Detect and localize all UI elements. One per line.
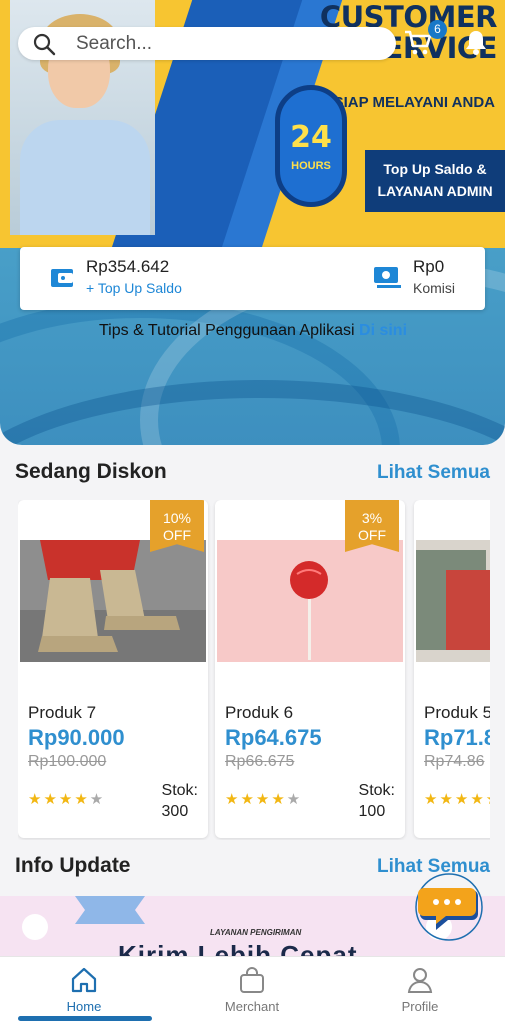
star-icon: ★★★★★: [424, 791, 490, 808]
product-card[interactable]: 10% OFF Produk 7 Rp90.000 Rp100.000 ★★★★…: [18, 500, 208, 838]
user-icon: [407, 968, 433, 993]
discount-product-carousel[interactable]: 10% OFF Produk 7 Rp90.000 Rp100.000 ★★★★…: [18, 500, 490, 840]
info-section-title: Info Update: [15, 854, 131, 877]
banner-box-line: LAYANAN ADMIN: [377, 183, 493, 199]
topup-saldo-link[interactable]: + Top Up Saldo: [86, 280, 182, 296]
komisi-amount: Rp0: [413, 257, 445, 276]
product-card[interactable]: Produk 5 Rp71.8 Rp74.86 ★★★★★: [414, 500, 490, 838]
search-bar[interactable]: Search...: [18, 27, 396, 60]
nav-active-indicator: [18, 1016, 152, 1021]
carousel-prev-button[interactable]: [22, 914, 48, 940]
home-icon: [71, 967, 97, 993]
hero-section: CUSTOMER SERVICE SIAP MELAYANI ANDA 24 H…: [0, 0, 505, 445]
stock-label: Stok:: [358, 782, 395, 799]
agent-shirt: [20, 120, 150, 235]
rating-stars: ★★★★★: [225, 790, 302, 808]
commission-icon: [374, 267, 401, 288]
info-banner-label: LAYANAN PENGIRIMAN: [210, 928, 302, 937]
product-old-price: Rp74.86: [424, 753, 485, 770]
nav-item-profile[interactable]: Profile: [370, 965, 470, 1014]
nav-item-merchant[interactable]: Merchant: [202, 965, 302, 1014]
product-old-price: Rp100.000: [28, 753, 107, 770]
stock-label: Stok:: [161, 782, 198, 799]
banner-subtitle: SIAP MELAYANI ANDA: [333, 94, 495, 111]
badge-number: 24: [290, 120, 332, 155]
product-price: Rp64.675: [225, 725, 322, 750]
product-price: Rp90.000: [28, 725, 125, 750]
search-icon: [33, 33, 56, 55]
bottom-navigation: Home Merchant Profile: [0, 956, 505, 1024]
product-image: [416, 540, 490, 662]
discount-percent: 10%: [162, 510, 192, 526]
product-image: [20, 540, 206, 662]
star-icon: ★★★★: [225, 791, 287, 808]
star-empty-icon: ★: [89, 791, 106, 808]
saldo-amount: Rp354.642: [86, 257, 170, 276]
product-stock: Stok: 300: [162, 780, 198, 822]
product-image: [217, 540, 403, 662]
wallet-icon: [51, 269, 73, 287]
tips-tutorial: Tips & Tutorial Penggunaan Aplikasi Di s…: [99, 322, 407, 340]
product-name: Produk 6: [225, 703, 294, 722]
product-price: Rp71.8: [424, 725, 490, 750]
star-empty-icon: ★: [286, 791, 303, 808]
balance-card: Rp354.642 + Top Up Saldo Rp0 Komisi: [20, 247, 485, 310]
hours-badge: 24 HOURS: [275, 85, 347, 207]
discount-percent: 3%: [361, 510, 383, 526]
bell-icon[interactable]: [463, 28, 489, 56]
nav-label-merchant: Merchant: [224, 999, 280, 1014]
tips-link[interactable]: Di sini: [359, 322, 407, 339]
product-stock: Stok: 100: [359, 780, 395, 822]
star-icon: ★★★★: [28, 791, 90, 808]
discount-see-all-link[interactable]: Lihat Semua: [377, 462, 490, 484]
nav-label-home: Home: [66, 999, 102, 1014]
tips-text: Tips & Tutorial Penggunaan Aplikasi: [99, 322, 355, 339]
nav-label-profile: Profile: [401, 999, 439, 1014]
banner-box-line: Top Up Saldo &: [383, 161, 487, 177]
rating-stars: ★★★★★: [424, 790, 490, 808]
shopping-bag-icon: [240, 967, 264, 993]
chat-bubble-icon[interactable]: [404, 872, 494, 942]
product-name: Produk 5: [424, 703, 490, 722]
nav-item-home[interactable]: Home: [34, 965, 134, 1014]
discount-section-title: Sedang Diskon: [15, 460, 167, 483]
product-name: Produk 7: [28, 703, 97, 722]
search-input[interactable]: Search...: [76, 33, 152, 55]
stock-value: 100: [358, 803, 386, 820]
product-card[interactable]: 3% OFF Produk 6 Rp64.675 Rp66.675 ★★★★★ …: [215, 500, 405, 838]
discount-off-label: OFF: [358, 527, 386, 543]
banner-topup-box: Top Up Saldo & LAYANAN ADMIN: [365, 150, 505, 212]
komisi-label: Komisi: [413, 280, 456, 296]
cart-count-badge: 6: [428, 20, 447, 39]
app-screen: CUSTOMER SERVICE SIAP MELAYANI ANDA 24 H…: [0, 0, 505, 1024]
info-banner-headline: Kirim Lebih Cepat: [118, 940, 358, 956]
badge-unit: HOURS: [291, 160, 331, 172]
stock-value: 300: [161, 803, 189, 820]
discount-off-label: OFF: [163, 527, 191, 543]
rating-stars: ★★★★★: [28, 790, 105, 808]
product-old-price: Rp66.675: [225, 753, 295, 770]
ribbon-decoration: [75, 896, 145, 924]
